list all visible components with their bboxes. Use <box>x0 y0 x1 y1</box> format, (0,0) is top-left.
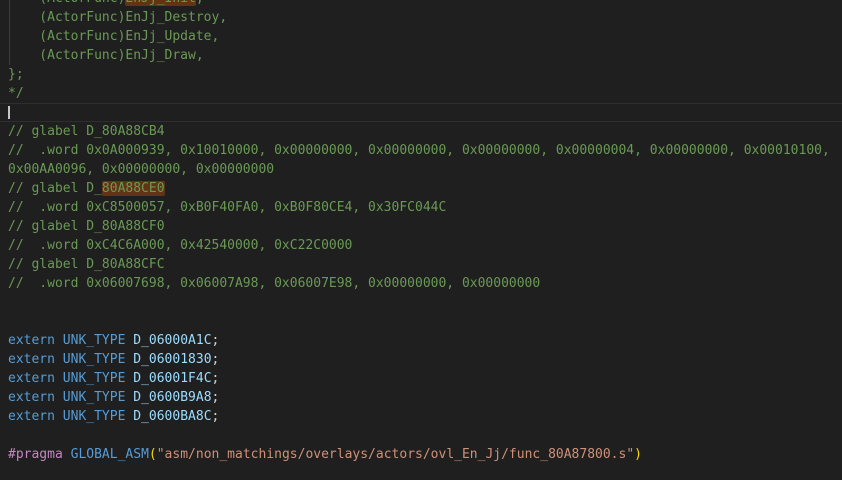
code-token <box>63 447 71 462</box>
code-token: // .word 0xC4C6A000, 0x42540000, 0xC22C0… <box>8 238 352 253</box>
code-token: ; <box>212 333 220 348</box>
search-match-highlight: EnJj_Init <box>125 0 195 6</box>
text-cursor <box>8 106 10 119</box>
indent-guide <box>9 0 10 8</box>
code-token <box>55 333 63 348</box>
code-token: "asm/non_matchings/overlays/actors/ovl_E… <box>157 447 634 462</box>
code-token: extern <box>8 333 55 348</box>
code-token: #pragma <box>8 447 63 462</box>
code-line[interactable] <box>0 312 842 331</box>
code-line[interactable]: extern UNK_TYPE D_0600BA8C; <box>0 407 842 426</box>
search-match-highlight: 80A88CE0 <box>102 181 165 196</box>
code-line[interactable]: 0x00AA0096, 0x00000000, 0x00000000 <box>0 160 842 179</box>
code-line[interactable]: // glabel D_80A88CF0 <box>0 217 842 236</box>
code-token: UNK_TYPE <box>63 333 126 348</box>
code-token: // glabel D_80A88CFC <box>8 257 165 272</box>
code-token: D_06001F4C <box>133 371 211 386</box>
code-line[interactable]: // glabel D_80A88CFC <box>0 255 842 274</box>
code-token: // glabel D_ <box>8 181 102 196</box>
code-token: UNK_TYPE <box>63 371 126 386</box>
code-editor[interactable]: (ActorFunc)EnJj_Init, (ActorFunc)EnJj_De… <box>0 0 842 480</box>
code-token: D_0600BA8C <box>133 409 211 424</box>
code-token: // .word 0xC8500057, 0xB0F40FA0, 0xB0F80… <box>8 200 446 215</box>
code-token: ; <box>212 371 220 386</box>
code-line[interactable]: (ActorFunc)EnJj_Destroy, <box>0 8 842 27</box>
code-line-current[interactable] <box>0 103 842 122</box>
code-token: // glabel D_80A88CB4 <box>8 124 165 139</box>
indent-guide <box>9 8 10 27</box>
code-line[interactable] <box>0 426 842 445</box>
code-line[interactable]: (ActorFunc)EnJj_Init, <box>0 0 842 8</box>
code-line[interactable]: // .word 0x0A000939, 0x10010000, 0x00000… <box>0 141 842 160</box>
code-token: UNK_TYPE <box>63 390 126 405</box>
code-line[interactable]: // glabel D_80A88CB4 <box>0 122 842 141</box>
code-line[interactable]: // .word 0x06007698, 0x06007A98, 0x06007… <box>0 274 842 293</box>
code-token: D_0600B9A8 <box>133 390 211 405</box>
code-line[interactable]: extern UNK_TYPE D_06000A1C; <box>0 331 842 350</box>
code-token <box>55 371 63 386</box>
code-token: 0x00AA0096, 0x00000000, 0x00000000 <box>8 162 274 177</box>
code-line[interactable]: (ActorFunc)EnJj_Draw, <box>0 46 842 65</box>
code-token: D_06001830 <box>133 352 211 367</box>
indent-guide <box>9 46 10 65</box>
code-token: // glabel D_80A88CF0 <box>8 219 165 234</box>
code-token: // .word 0x06007698, 0x06007A98, 0x06007… <box>8 276 540 291</box>
code-token: D_06000A1C <box>133 333 211 348</box>
code-token: UNK_TYPE <box>63 352 126 367</box>
code-line[interactable]: */ <box>0 84 842 103</box>
code-token: extern <box>8 390 55 405</box>
code-token: ( <box>149 447 157 462</box>
code-token: UNK_TYPE <box>63 409 126 424</box>
code-line[interactable]: // .word 0xC8500057, 0xB0F40FA0, 0xB0F80… <box>0 198 842 217</box>
code-line[interactable]: extern UNK_TYPE D_06001830; <box>0 350 842 369</box>
code-lines: (ActorFunc)EnJj_Init, (ActorFunc)EnJj_De… <box>0 0 842 480</box>
code-line[interactable] <box>0 464 842 480</box>
code-token: , <box>196 0 204 6</box>
code-line[interactable]: // .word 0xC4C6A000, 0x42540000, 0xC22C0… <box>0 236 842 255</box>
code-token: ; <box>212 390 220 405</box>
code-line[interactable]: }; <box>0 65 842 84</box>
code-token: ; <box>212 409 220 424</box>
code-token: ) <box>634 447 642 462</box>
code-token: (ActorFunc)EnJj_Destroy, <box>8 10 227 25</box>
code-token: GLOBAL_ASM <box>71 447 149 462</box>
code-token <box>55 352 63 367</box>
code-line[interactable]: extern UNK_TYPE D_06001F4C; <box>0 369 842 388</box>
indent-guide <box>9 27 10 46</box>
code-line[interactable] <box>0 293 842 312</box>
code-token: */ <box>8 86 24 101</box>
code-line[interactable]: // glabel D_80A88CE0 <box>0 179 842 198</box>
code-line[interactable]: (ActorFunc)EnJj_Update, <box>0 27 842 46</box>
code-token: extern <box>8 352 55 367</box>
code-token: }; <box>8 67 24 82</box>
code-token: ; <box>212 352 220 367</box>
code-token: (ActorFunc)EnJj_Update, <box>8 29 219 44</box>
code-token: (ActorFunc)EnJj_Draw, <box>8 48 204 63</box>
code-token: extern <box>8 371 55 386</box>
code-line[interactable]: extern UNK_TYPE D_0600B9A8; <box>0 388 842 407</box>
code-token <box>55 390 63 405</box>
code-line[interactable]: #pragma GLOBAL_ASM("asm/non_matchings/ov… <box>0 445 842 464</box>
code-token: (ActorFunc) <box>8 0 125 6</box>
code-token <box>55 409 63 424</box>
code-token: extern <box>8 409 55 424</box>
code-token: // .word 0x0A000939, 0x10010000, 0x00000… <box>8 143 830 158</box>
